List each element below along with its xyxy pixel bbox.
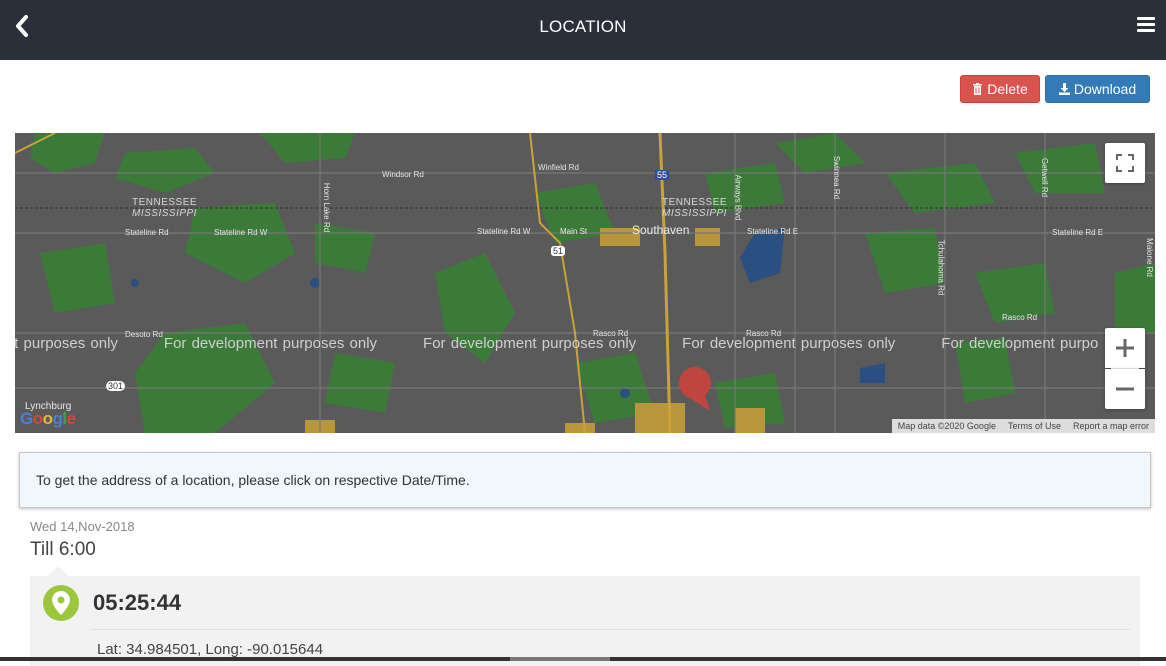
- card-divider: [90, 629, 1130, 630]
- map-watermark: ment purposes only For development purpos…: [15, 335, 1155, 352]
- top-bar: LOCATION: [0, 0, 1166, 60]
- road-label: Rasco Rd: [1002, 313, 1038, 322]
- scrollbar-thumb[interactable]: [510, 657, 610, 661]
- map-attribution: Map data ©2020 Google Terms of Use Repor…: [891, 419, 1155, 433]
- card-pointer: [48, 566, 68, 576]
- trash-icon: [973, 83, 983, 95]
- entry-till: Till 6:00: [30, 539, 96, 560]
- road-label: Malone Rd: [1144, 238, 1154, 277]
- road-label: Stateline Rd W: [477, 227, 531, 236]
- highway-shield: 51: [551, 246, 566, 256]
- zoom-out-button[interactable]: [1105, 369, 1145, 409]
- entry-coordinates: Lat: 34.984501, Long: -90.015644: [97, 641, 324, 658]
- hamburger-menu-icon[interactable]: [1137, 17, 1155, 33]
- road-label: Winfield Rd: [538, 163, 579, 172]
- road-label: Windsor Rd: [382, 170, 424, 179]
- road-label: Stateline Rd: [125, 228, 169, 237]
- terms-of-use-link[interactable]: Terms of Use: [1008, 421, 1061, 431]
- highway-shield: 55: [655, 170, 670, 180]
- watermark-text: ment purposes only: [15, 335, 118, 352]
- map-pin-icon: [52, 591, 70, 615]
- watermark-text: For development purpo: [941, 335, 1099, 352]
- watermark-text: For development purposes only: [682, 335, 896, 352]
- road-label: Main St: [560, 227, 588, 236]
- minus-icon: [1116, 387, 1134, 391]
- city-label: Southaven: [632, 223, 690, 237]
- delete-button[interactable]: Delete: [960, 75, 1040, 103]
- road-label: Horn Lake Rd: [322, 182, 332, 233]
- map-tiles: [15, 133, 1155, 433]
- highway-shield: 301: [106, 381, 126, 391]
- zoom-in-button[interactable]: [1105, 328, 1145, 368]
- road-label: Airways Blvd: [733, 174, 743, 221]
- map-data-text: Map data ©2020 Google: [897, 421, 996, 431]
- watermark-text: For development purposes only: [423, 335, 637, 352]
- info-message: To get the address of a location, please…: [19, 452, 1151, 508]
- road-label: Tchulahoma Rd: [936, 239, 946, 296]
- road-label: Getwell Rd: [1040, 157, 1050, 198]
- road-label: Stateline Rd W: [214, 228, 268, 237]
- page-title: LOCATION: [539, 17, 627, 36]
- watermark-text: For development purposes only: [163, 335, 378, 352]
- location-pin: [43, 585, 79, 621]
- state-label-north-2: TENNESSEE: [662, 197, 728, 208]
- download-icon: [1058, 83, 1070, 95]
- road-label: Stateline Rd E: [1052, 228, 1104, 237]
- fullscreen-button[interactable]: [1105, 143, 1145, 183]
- entry-time[interactable]: 05:25:44: [93, 590, 181, 616]
- state-label-south-2: MISSISSIPPI: [662, 208, 727, 219]
- map-view[interactable]: TENNESSEE MISSISSIPPI TENNESSEE MISSISSI…: [15, 133, 1155, 433]
- road-label: Swinnea Rd: [832, 155, 842, 200]
- download-button[interactable]: Download: [1045, 75, 1150, 103]
- download-label: Download: [1073, 81, 1137, 97]
- google-logo: Google: [20, 409, 76, 428]
- plus-icon: [1116, 339, 1134, 357]
- road-label: Stateline Rd E: [747, 227, 799, 236]
- report-map-error-link[interactable]: Report a map error: [1073, 421, 1149, 431]
- entry-date[interactable]: Wed 14,Nov-2018: [30, 519, 135, 534]
- fullscreen-icon: [1116, 154, 1134, 172]
- state-label-south: MISSISSIPPI: [132, 208, 197, 219]
- delete-label: Delete: [987, 81, 1028, 97]
- state-label-north: TENNESSEE: [132, 197, 198, 208]
